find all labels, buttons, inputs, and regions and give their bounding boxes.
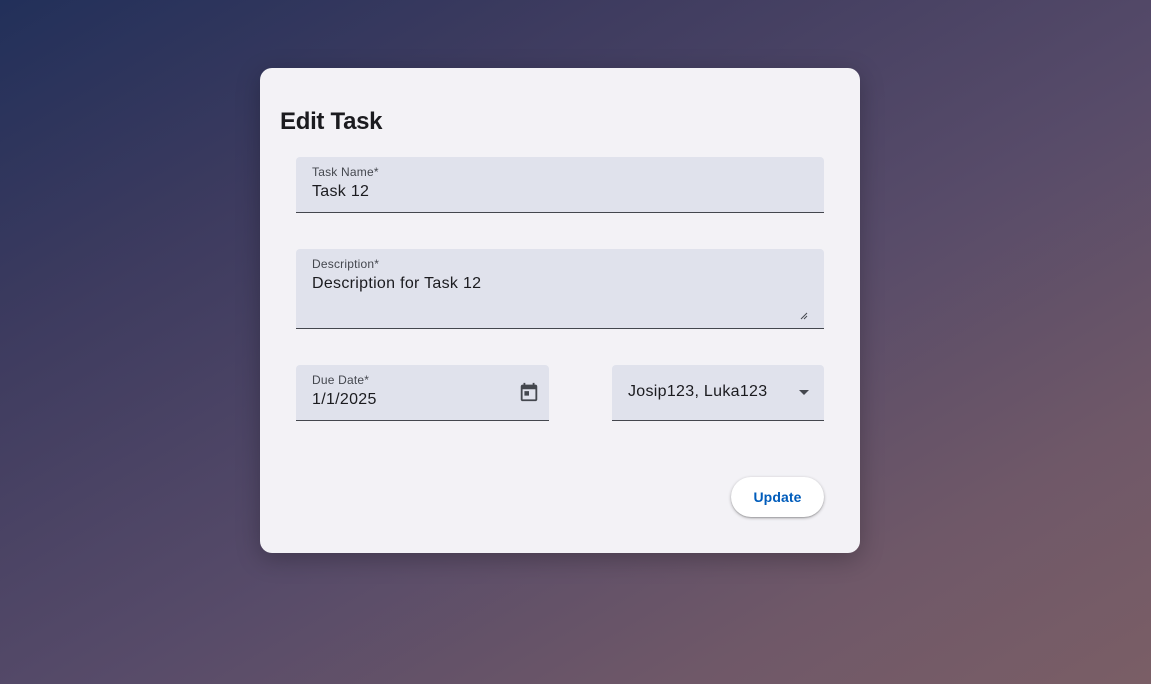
task-name-label: Task Name* (312, 165, 379, 179)
update-button[interactable]: Update (731, 477, 824, 517)
task-name-field[interactable]: Task Name* Task 12 (296, 157, 824, 213)
due-date-label: Due Date* (312, 373, 370, 387)
resize-handle-icon[interactable] (800, 312, 808, 320)
assignees-select[interactable]: Josip123, Luka123 (612, 365, 824, 421)
description-label: Description* (312, 257, 380, 271)
due-date-input[interactable]: 1/1/2025 (312, 391, 377, 409)
calendar-icon[interactable] (518, 381, 540, 403)
due-date-field[interactable]: Due Date* 1/1/2025 (296, 365, 549, 421)
description-textarea[interactable]: Description for Task 12 (312, 275, 481, 293)
dialog-title: Edit Task (280, 108, 383, 135)
assignees-value: Josip123, Luka123 (628, 383, 768, 400)
task-name-input[interactable]: Task 12 (312, 183, 369, 201)
description-field[interactable]: Description* Description for Task 12 (296, 249, 824, 329)
dropdown-arrow-icon (799, 390, 809, 395)
edit-task-dialog: Edit Task Task Name* Task 12 Description… (260, 68, 860, 553)
